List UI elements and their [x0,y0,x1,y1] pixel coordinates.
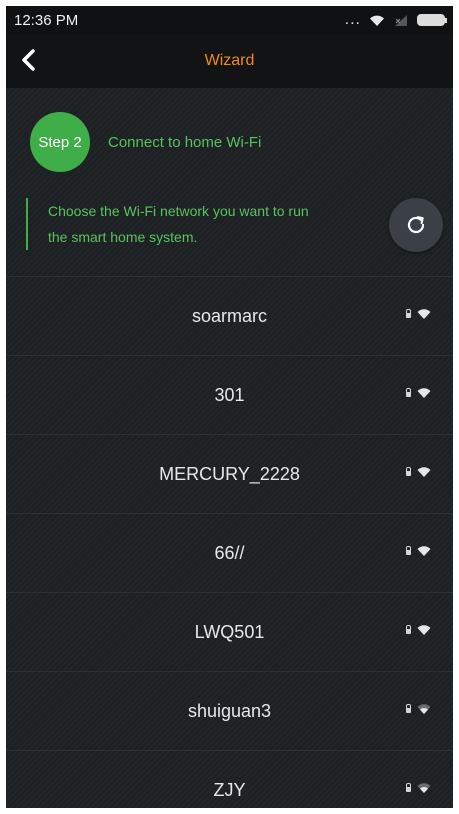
step-badge: Step 2 [30,112,90,172]
lock-icon [406,388,411,397]
network-ssid: shuiguan3 [187,700,272,721]
step-title: Connect to home Wi-Fi [108,133,262,151]
network-status-icons [406,624,431,636]
network-row[interactable]: MERCURY_2228 [6,435,453,514]
network-status-icons [406,387,431,399]
network-row[interactable]: LWQ501 [6,593,453,672]
wifi-icon [417,704,431,714]
network-list: soarmarc 301 MERCURY_2228 66// LWQ501 sh… [6,276,453,808]
instruction-text: Choose the Wi-Fi network you want to run… [26,198,378,250]
wizard-content: Step 2 Connect to home Wi-Fi Choose the … [6,88,453,808]
network-ssid: MERCURY_2228 [159,463,300,484]
network-ssid: 66// [214,542,245,563]
lock-icon [406,704,411,713]
wifi-icon [417,388,431,398]
network-ssid: LWQ501 [194,621,265,642]
app-screen: 12:36 PM ... Wizard Step 2 Connect to ho… [6,6,453,808]
wifi-icon [417,546,431,556]
refresh-button[interactable] [389,198,443,252]
network-ssid: ZJY [213,779,246,800]
more-dots: ... [344,11,361,28]
instruction-line-1: Choose the Wi-Fi network you want to run [48,203,309,219]
lock-icon [406,309,411,318]
network-status-icons [406,782,431,794]
battery-icon [417,14,447,26]
lock-icon [406,546,411,555]
wifi-icon [417,309,431,319]
page-title: Wizard [204,52,255,69]
cellular-signal-icon [395,14,407,26]
step-header: Step 2 Connect to home Wi-Fi [30,112,261,172]
wifi-icon [417,625,431,635]
network-status-icons [406,308,431,320]
network-row[interactable]: shuiguan3 [6,672,453,751]
status-icons: ... [344,11,447,29]
lock-icon [406,467,411,476]
lock-icon [406,625,411,634]
status-bar: 12:36 PM ... [6,6,453,34]
network-status-icons [406,466,431,478]
wifi-icon [417,783,431,793]
instruction-line-2: the smart home system. [48,229,198,245]
wifi-icon [417,467,431,477]
network-status-icons [406,703,431,715]
network-row[interactable]: 66// [6,514,453,593]
nav-bar: Wizard [6,34,453,89]
network-status-icons [406,545,431,557]
status-time: 12:36 PM [14,12,79,29]
wifi-status-icon [370,15,384,26]
network-ssid: soarmarc [191,305,267,326]
refresh-icon [407,216,425,234]
network-ssid: 301 [214,384,245,405]
network-row[interactable]: ZJY [6,751,453,808]
lock-icon [406,783,411,792]
network-row[interactable]: soarmarc [6,276,453,356]
network-row[interactable]: 301 [6,356,453,435]
